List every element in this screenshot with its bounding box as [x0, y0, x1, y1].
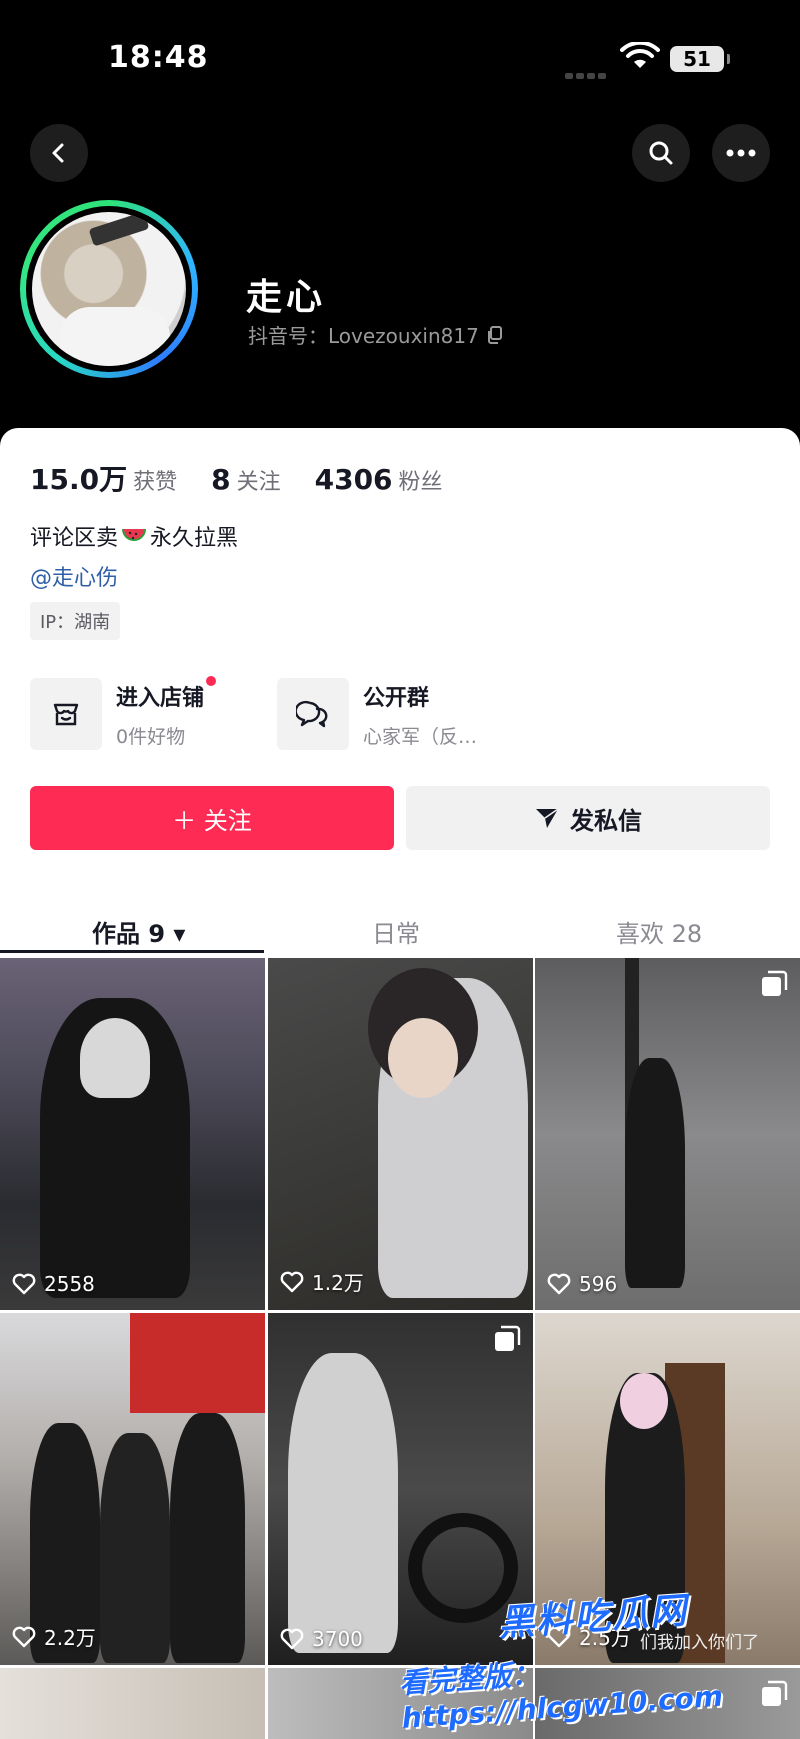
profile-bio: 评论区卖 永久拉黑 [30, 526, 239, 551]
heart-icon [280, 1628, 304, 1650]
like-count: 2558 [12, 1272, 95, 1296]
heart-icon [12, 1273, 36, 1295]
follow-button[interactable]: ＋ 关注 [30, 786, 394, 850]
avatar[interactable] [20, 200, 198, 378]
video-tile[interactable]: 3700 [268, 1313, 533, 1665]
group-subtitle: 心家军（反… [363, 725, 478, 748]
search-button[interactable] [632, 124, 690, 182]
profile-stats: 15.0万 获赞 8 关注 4306 粉丝 [30, 458, 443, 498]
video-tile[interactable]: 1.2万 [268, 958, 533, 1310]
send-icon [536, 808, 559, 828]
cellular-signal-icon [565, 64, 613, 79]
profile-nickname: 走心 [246, 277, 327, 318]
shop-title: 进入店铺 [116, 685, 205, 711]
ip-location-tag: IP：湖南 [30, 602, 121, 640]
video-tile[interactable]: 596 [535, 958, 800, 1310]
back-button[interactable] [30, 124, 88, 182]
like-count: 1.2万 [280, 1267, 364, 1296]
stat-following[interactable]: 8 关注 [211, 463, 281, 496]
shop-icon [53, 703, 79, 726]
wifi-icon [620, 42, 660, 68]
more-dots-icon [726, 149, 756, 157]
chevron-left-icon [52, 143, 64, 163]
multi-image-icon [762, 970, 788, 996]
like-count: 596 [547, 1272, 617, 1296]
group-title: 公开群 [363, 685, 430, 711]
send-message-button[interactable]: 发私信 [406, 786, 770, 850]
like-count: 3700 [280, 1627, 363, 1651]
heart-icon [12, 1626, 36, 1647]
more-options-button[interactable] [712, 124, 770, 182]
tab-daily[interactable]: 日常 [372, 914, 420, 949]
stat-likes[interactable]: 15.0万 获赞 [30, 458, 177, 498]
heart-icon [280, 1271, 304, 1292]
tab-likes[interactable]: 喜欢 28 [616, 914, 702, 949]
status-bar: 18:48 51 [0, 0, 800, 110]
notification-dot [206, 675, 217, 686]
stat-followers[interactable]: 4306 粉丝 [315, 463, 443, 496]
like-count: 2.2万 [12, 1622, 96, 1651]
douyin-id-text: 抖音号：Lovezouxin817 [248, 324, 479, 348]
copy-icon[interactable] [487, 325, 503, 344]
active-tab-indicator [0, 950, 264, 953]
video-tile[interactable]: 2558 [0, 958, 265, 1310]
send-message-label: 发私信 [570, 806, 642, 835]
video-tile[interactable]: 2.2万 [0, 1313, 265, 1665]
follow-label: ＋ 关注 [172, 806, 252, 835]
shop-subtitle: 0件好物 [116, 725, 186, 748]
group-chat-icon [296, 700, 328, 728]
group-chat-entry[interactable]: 公开群 心家军（反… [277, 678, 477, 750]
heart-icon [547, 1273, 571, 1295]
watermelon-icon [122, 529, 147, 541]
avatar-photo [32, 212, 186, 366]
multi-image-icon [495, 1325, 521, 1351]
mention-link[interactable]: @走心伤 [30, 560, 118, 592]
status-time: 18:48 [108, 40, 209, 75]
shop-entry[interactable]: 进入店铺 0件好物 [30, 675, 217, 750]
search-icon [649, 141, 673, 165]
tab-works[interactable]: 作品 9 ▾ [92, 914, 185, 949]
douyin-id: 抖音号：Lovezouxin817 [248, 320, 503, 349]
battery-indicator: 51 [670, 46, 730, 72]
video-tile[interactable] [0, 1668, 265, 1739]
